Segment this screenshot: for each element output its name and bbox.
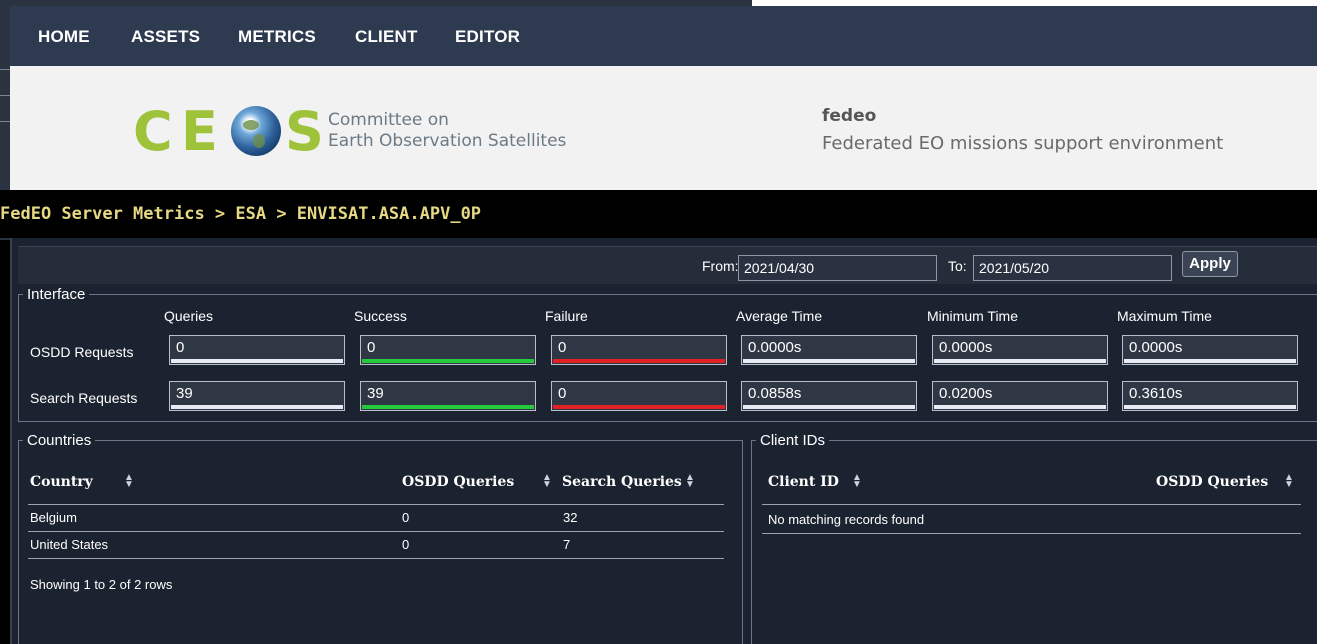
top-nav: HOME ASSETS METRICS CLIENT EDITOR xyxy=(10,6,1317,66)
country-column-header[interactable]: Country xyxy=(30,474,93,490)
from-label: From: xyxy=(702,258,739,274)
breadcrumb-bar: FedEO Server Metrics > ESA > ENVISAT.ASA… xyxy=(0,190,1317,238)
col-minimum-time: Minimum Time xyxy=(927,308,1019,324)
search-success-field: 39 xyxy=(360,381,536,411)
col-queries: Queries xyxy=(164,308,214,324)
osdd-minimum-time-field: 0.0000s xyxy=(932,335,1108,365)
client-id-column-header[interactable]: Client ID xyxy=(768,474,839,490)
table-divider xyxy=(28,531,724,532)
osdd-queries-column-header[interactable]: OSDD Queries xyxy=(402,474,514,490)
org-name: Committee on Earth Observation Satellite… xyxy=(328,110,566,152)
nav-home[interactable]: HOME xyxy=(38,27,90,47)
sort-icon[interactable]: ▲ ▼ xyxy=(124,473,134,490)
osdd-count-cell: 0 xyxy=(402,537,410,552)
countries-group: Countries xyxy=(18,432,743,644)
search-count-cell: 7 xyxy=(563,537,571,552)
empty-message: No matching records found xyxy=(768,512,925,527)
background-divider xyxy=(0,95,10,96)
breadcrumb: FedEO Server Metrics > ESA > ENVISAT.ASA… xyxy=(0,204,482,224)
search-average-time-field: 0.0858s xyxy=(741,381,917,411)
to-date-input[interactable] xyxy=(973,255,1172,281)
from-date-input[interactable] xyxy=(738,255,937,281)
org-name-line1: Committee on xyxy=(328,110,449,130)
background-divider xyxy=(0,121,10,122)
table-divider xyxy=(762,504,1301,505)
countries-legend: Countries xyxy=(27,432,92,449)
client-ids-group: Client IDs xyxy=(751,432,1317,644)
nav-assets[interactable]: ASSETS xyxy=(131,27,200,47)
search-failure-field: 0 xyxy=(551,381,727,411)
sort-icon[interactable]: ▲ ▼ xyxy=(685,473,695,490)
background-divider xyxy=(0,69,10,70)
table-divider xyxy=(762,533,1301,534)
col-maximum-time: Maximum Time xyxy=(1117,308,1212,324)
app-name: fedeo xyxy=(822,106,877,126)
osdd-success-field: 0 xyxy=(360,335,536,365)
client-ids-legend: Client IDs xyxy=(760,432,826,449)
osdd-average-time-field: 0.0000s xyxy=(741,335,917,365)
search-maximum-time-field: 0.3610s xyxy=(1122,381,1298,411)
pagination-info: Showing 1 to 2 of 2 rows xyxy=(30,577,173,592)
apply-button[interactable]: Apply xyxy=(1182,251,1238,277)
nav-metrics[interactable]: METRICS xyxy=(238,27,316,47)
search-minimum-time-field: 0.0200s xyxy=(932,381,1108,411)
globe-icon xyxy=(231,106,281,156)
search-count-cell: 32 xyxy=(563,510,578,525)
interface-legend: Interface xyxy=(27,286,86,303)
date-filter-bar: From: To: Apply xyxy=(18,246,1317,284)
search-queries-column-header[interactable]: Search Queries xyxy=(562,474,682,490)
col-failure: Failure xyxy=(545,308,588,324)
table-divider xyxy=(28,558,724,559)
osdd-maximum-time-field: 0.0000s xyxy=(1122,335,1298,365)
osdd-count-cell: 0 xyxy=(402,510,410,525)
header-banner: C E S Committee on Earth Observation Sat… xyxy=(10,66,1317,190)
sort-icon[interactable]: ▲ ▼ xyxy=(852,473,862,490)
sort-icon[interactable]: ▲ ▼ xyxy=(542,473,552,490)
col-success: Success xyxy=(354,308,407,324)
client-osdd-queries-column-header[interactable]: OSDD Queries xyxy=(1156,474,1268,490)
sort-icon[interactable]: ▲ ▼ xyxy=(1284,473,1294,490)
country-cell: Belgium xyxy=(30,510,77,525)
row-search-requests: Search Requests xyxy=(30,390,138,406)
logo-letter-c: C xyxy=(133,100,173,163)
nav-editor[interactable]: EDITOR xyxy=(455,27,520,47)
row-osdd-requests: OSDD Requests xyxy=(30,344,134,360)
ceos-logo[interactable]: C E S xyxy=(133,100,324,163)
table-divider xyxy=(28,504,724,505)
app-subtitle: Federated EO missions support environmen… xyxy=(822,133,1224,154)
logo-letter-s: S xyxy=(285,100,324,163)
osdd-failure-field: 0 xyxy=(551,335,727,365)
metrics-panel: From: To: Apply Interface Queries Succes… xyxy=(10,238,1317,644)
nav-client[interactable]: CLIENT xyxy=(355,27,418,47)
to-label: To: xyxy=(948,258,967,274)
osdd-queries-field: 0 xyxy=(169,335,345,365)
search-queries-field: 39 xyxy=(169,381,345,411)
logo-letter-e: E xyxy=(181,100,218,163)
country-cell: United States xyxy=(30,537,109,552)
org-name-line2: Earth Observation Satellites xyxy=(328,131,567,151)
col-average-time: Average Time xyxy=(736,308,823,324)
